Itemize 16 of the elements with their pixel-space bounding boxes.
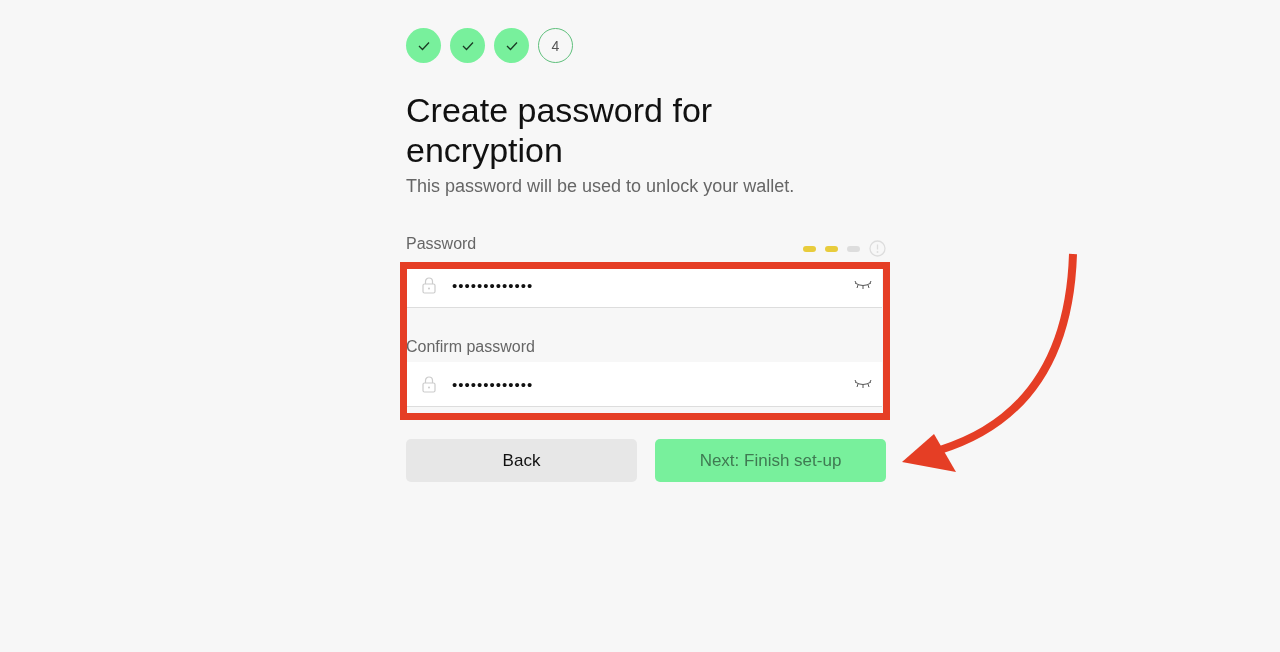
password-field[interactable]: •••••••••••••: [406, 362, 882, 407]
closed-eye-icon[interactable]: [854, 280, 872, 290]
check-icon: [417, 40, 430, 51]
next-button[interactable]: Next: Finish set-up: [655, 439, 886, 482]
page-title: Create password for encryption: [406, 90, 714, 170]
lock-icon: [422, 276, 436, 294]
back-button[interactable]: Back: [406, 439, 637, 482]
field-label: Confirm password: [406, 338, 535, 356]
closed-eye-icon[interactable]: [854, 379, 872, 389]
check-icon: [461, 40, 474, 51]
lock-icon: [422, 375, 436, 393]
field-label: Password: [406, 235, 477, 253]
subtitle: This password will be used to unlock your wallet.: [406, 176, 796, 197]
password-value: •••••••••••••: [452, 276, 535, 294]
password-value: •••••••••••••: [452, 375, 535, 393]
check-icon: [505, 40, 518, 51]
